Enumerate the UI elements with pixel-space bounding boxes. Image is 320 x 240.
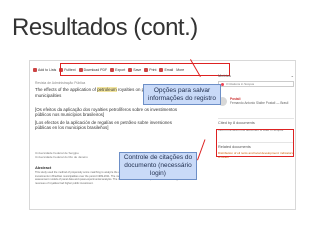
title-es: [Los efectos de la aplicación de regalía… — [35, 119, 172, 131]
metrics-row[interactable]: 3 Citations in Scopus — [218, 81, 294, 87]
callout-save-options: Opções para salvar informações do regist… — [143, 84, 221, 105]
affiliation-2: Universidade Federal do Rio de Janeiro — [35, 155, 88, 159]
author-card: Postali Fernando Antonio Slaibe Postali … — [218, 97, 294, 106]
title-pt: [Os efeitos da aplicação dos royalties p… — [35, 107, 178, 118]
chevron-icon[interactable]: ⌄ — [291, 73, 294, 78]
cited-by-header: Cited by 8 documents — [218, 118, 294, 125]
metrics-header: Metrics ⌄ — [218, 73, 294, 78]
scopus-record-screenshot: Add to Lists Fulltext Download PDF Expor… — [29, 60, 296, 210]
slide-title: Resultados (cont.) — [12, 14, 198, 41]
callout-citation-control: Controle de citações do documento (neces… — [119, 152, 197, 180]
list-icon — [33, 67, 37, 72]
metric-dot-icon — [221, 82, 224, 86]
affiliations: Universidade Federal de Sergipe Universi… — [35, 151, 115, 159]
toolbar-add-to-lists[interactable]: Add to Lists — [33, 67, 56, 72]
toolbar-highlight-box — [60, 63, 230, 76]
document-alt-titles: [Os efeitos da aplicação dos royalties p… — [35, 107, 185, 131]
citation-control-highlight-box — [216, 129, 294, 157]
abstract-heading: Abstract — [35, 165, 52, 170]
search-term-highlight: petroleum — [97, 87, 117, 93]
author-detail: Fernando Antonio Slaibe Postali — Brasil — [230, 101, 289, 105]
